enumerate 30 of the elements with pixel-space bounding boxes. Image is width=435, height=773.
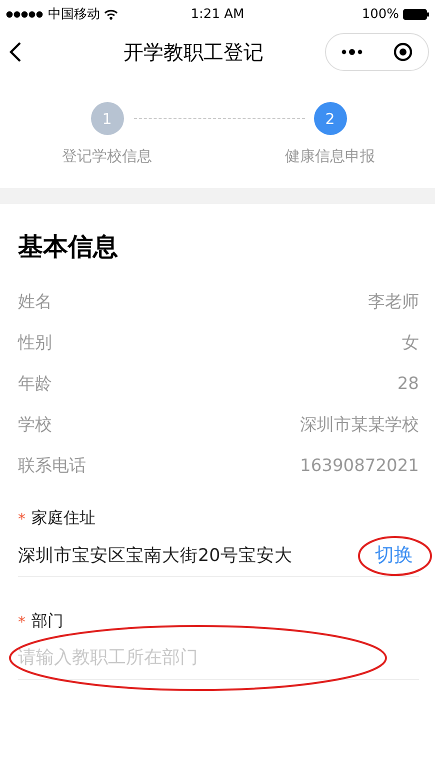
field-label: 家庭住址 bbox=[32, 508, 96, 529]
section-title: 基本信息 bbox=[18, 231, 119, 263]
step-number: 2 bbox=[314, 102, 346, 135]
info-label: 年龄 bbox=[18, 373, 52, 395]
target-icon[interactable] bbox=[393, 42, 413, 62]
carrier-name: 中国移动 bbox=[48, 6, 100, 23]
info-value: 李老师 bbox=[368, 291, 419, 313]
field-label: 部门 bbox=[32, 611, 64, 632]
required-mark: * bbox=[18, 612, 26, 630]
info-label: 性别 bbox=[18, 332, 52, 354]
wifi-icon bbox=[104, 8, 118, 20]
battery-icon bbox=[403, 8, 429, 20]
page-title: 开学教职工登记 bbox=[124, 38, 264, 66]
step-label: 登记学校信息 bbox=[62, 147, 152, 166]
back-icon[interactable] bbox=[8, 41, 22, 63]
address-value: 深圳市宝安区宝南大街20号宝安大 bbox=[18, 544, 292, 566]
info-value: 16390872021 bbox=[300, 456, 419, 476]
info-value: 28 bbox=[397, 374, 419, 394]
info-value: 深圳市某某学校 bbox=[300, 414, 419, 436]
info-label: 学校 bbox=[18, 414, 52, 436]
signal-icon bbox=[6, 10, 44, 18]
battery-percent: 100% bbox=[362, 6, 399, 22]
status-time: 1:21 AM bbox=[190, 6, 244, 22]
info-label: 联系电话 bbox=[18, 455, 86, 477]
info-label: 姓名 bbox=[18, 291, 52, 313]
more-icon[interactable] bbox=[341, 49, 363, 55]
step-number: 1 bbox=[90, 102, 124, 135]
required-mark: * bbox=[18, 510, 26, 528]
step-label: 健康信息申报 bbox=[285, 147, 375, 166]
info-value: 女 bbox=[402, 332, 419, 354]
